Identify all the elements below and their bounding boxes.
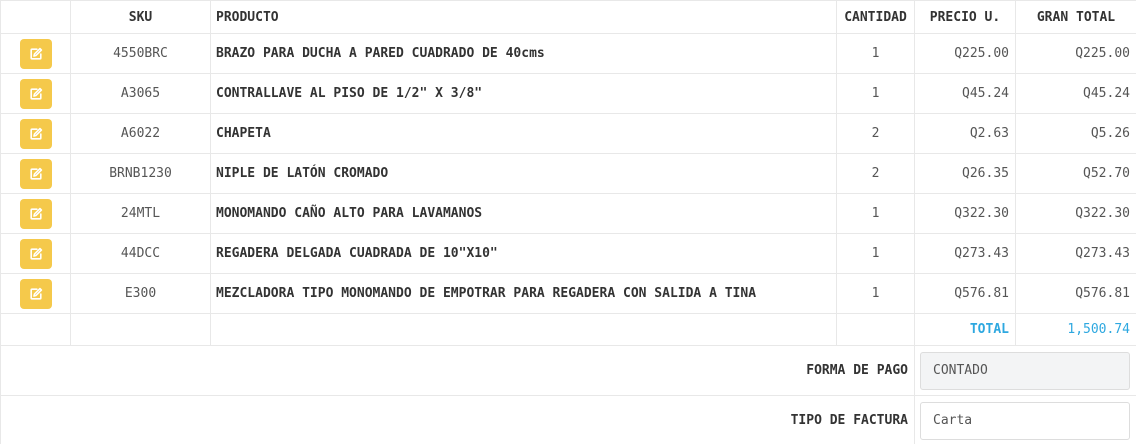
cell-unit-price: Q45.24 (914, 73, 1016, 114)
cell-total: Q52.70 (1015, 153, 1136, 194)
cell-total: Q45.24 (1015, 73, 1136, 114)
table-header-row: SKU PRODUCTO CANTIDAD PRECIO U. GRAN TOT… (0, 0, 1136, 34)
order-items-table: SKU PRODUCTO CANTIDAD PRECIO U. GRAN TOT… (0, 0, 1136, 444)
cell-quantity: 2 (836, 113, 915, 154)
table-row: 4550BRC BRAZO PARA DUCHA A PARED CUADRADO… (0, 33, 1136, 74)
total-value: 1,500.74 (1015, 313, 1136, 346)
cell-unit-price: Q26.35 (914, 153, 1016, 194)
cell-quantity: 1 (836, 193, 915, 234)
cell-sku: A6022 (70, 113, 211, 154)
cell-quantity: 1 (836, 73, 915, 114)
cell-quantity: 2 (836, 153, 915, 194)
cell-quantity: 1 (836, 273, 915, 314)
cell-total: Q576.81 (1015, 273, 1136, 314)
cell-product: BRAZO PARA DUCHA A PARED CUADRADO DE 40c… (210, 33, 837, 74)
cell-sku: A3065 (70, 73, 211, 114)
cell-quantity: 1 (836, 233, 915, 274)
cell-product: CHAPETA (210, 113, 837, 154)
cell-quantity: 1 (836, 33, 915, 74)
edit-icon (29, 207, 43, 221)
edit-button[interactable] (19, 118, 52, 149)
payment-method-label: FORMA DE PAGO (0, 345, 915, 396)
header-product: PRODUCTO (210, 0, 837, 34)
edit-button[interactable] (19, 78, 52, 109)
header-grand-total: GRAN TOTAL (1015, 0, 1136, 34)
edit-button[interactable] (19, 278, 52, 309)
table-body: 4550BRC BRAZO PARA DUCHA A PARED CUADRADO… (0, 33, 1136, 314)
edit-button[interactable] (19, 158, 52, 189)
edit-icon (29, 247, 43, 261)
cell-total: Q273.43 (1015, 233, 1136, 274)
cell-sku: 44DCC (70, 233, 211, 274)
cell-product: CONTRALLAVE AL PISO DE 1/2" X 3/8" (210, 73, 837, 114)
payment-method-field: CONTADO (920, 351, 1130, 390)
total-label: TOTAL (914, 313, 1016, 346)
table-row: A3065 CONTRALLAVE AL PISO DE 1/2" X 3/8" 1… (0, 73, 1136, 114)
edit-button[interactable] (19, 38, 52, 69)
cell-unit-price: Q273.43 (914, 233, 1016, 274)
header-action (0, 0, 71, 34)
header-unit-price: PRECIO U. (914, 0, 1016, 34)
total-row: TOTAL 1,500.74 (0, 313, 1136, 346)
table-row: E300 MEZCLADORA TIPO MONOMANDO DE EMPOTRA… (0, 273, 1136, 314)
header-quantity: CANTIDAD (836, 0, 915, 34)
edit-icon (29, 287, 43, 301)
edit-icon (29, 47, 43, 61)
cell-unit-price: Q576.81 (914, 273, 1016, 314)
cell-total: Q225.00 (1015, 33, 1136, 74)
table-row: A6022 CHAPETA 2 Q2.63 Q5.26 (0, 113, 1136, 154)
edit-button[interactable] (19, 198, 52, 229)
cell-sku: 24MTL (70, 193, 211, 234)
cell-product: REGADERA DELGADA CUADRADA DE 10"X10" (210, 233, 837, 274)
edit-icon (29, 167, 43, 181)
cell-product: MEZCLADORA TIPO MONOMANDO DE EMPOTRAR PA… (210, 273, 837, 314)
edit-icon (29, 127, 43, 141)
table-row: BRNB1230 NIPLE DE LATÓN CROMADO 2 Q26.35 Q52… (0, 153, 1136, 194)
cell-sku: 4550BRC (70, 33, 211, 74)
table-row: 24MTL MONOMANDO CAÑO ALTO PARA LAVAMANOS 1… (0, 193, 1136, 234)
cell-total: Q5.26 (1015, 113, 1136, 154)
cell-unit-price: Q2.63 (914, 113, 1016, 154)
cell-sku: E300 (70, 273, 211, 314)
cell-product: MONOMANDO CAÑO ALTO PARA LAVAMANOS (210, 193, 837, 234)
cell-unit-price: Q322.30 (914, 193, 1016, 234)
invoice-type-row: TIPO DE FACTURA Carta (0, 395, 1136, 444)
invoice-type-label: TIPO DE FACTURA (0, 395, 915, 444)
table-row: 44DCC REGADERA DELGADA CUADRADA DE 10"X10… (0, 233, 1136, 274)
header-sku: SKU (70, 0, 211, 34)
cell-total: Q322.30 (1015, 193, 1136, 234)
cell-unit-price: Q225.00 (914, 33, 1016, 74)
payment-method-row: FORMA DE PAGO CONTADO (0, 345, 1136, 396)
cell-product: NIPLE DE LATÓN CROMADO (210, 153, 837, 194)
edit-icon (29, 87, 43, 101)
cell-sku: BRNB1230 (70, 153, 211, 194)
invoice-type-field[interactable]: Carta (920, 401, 1130, 440)
edit-button[interactable] (19, 238, 52, 269)
